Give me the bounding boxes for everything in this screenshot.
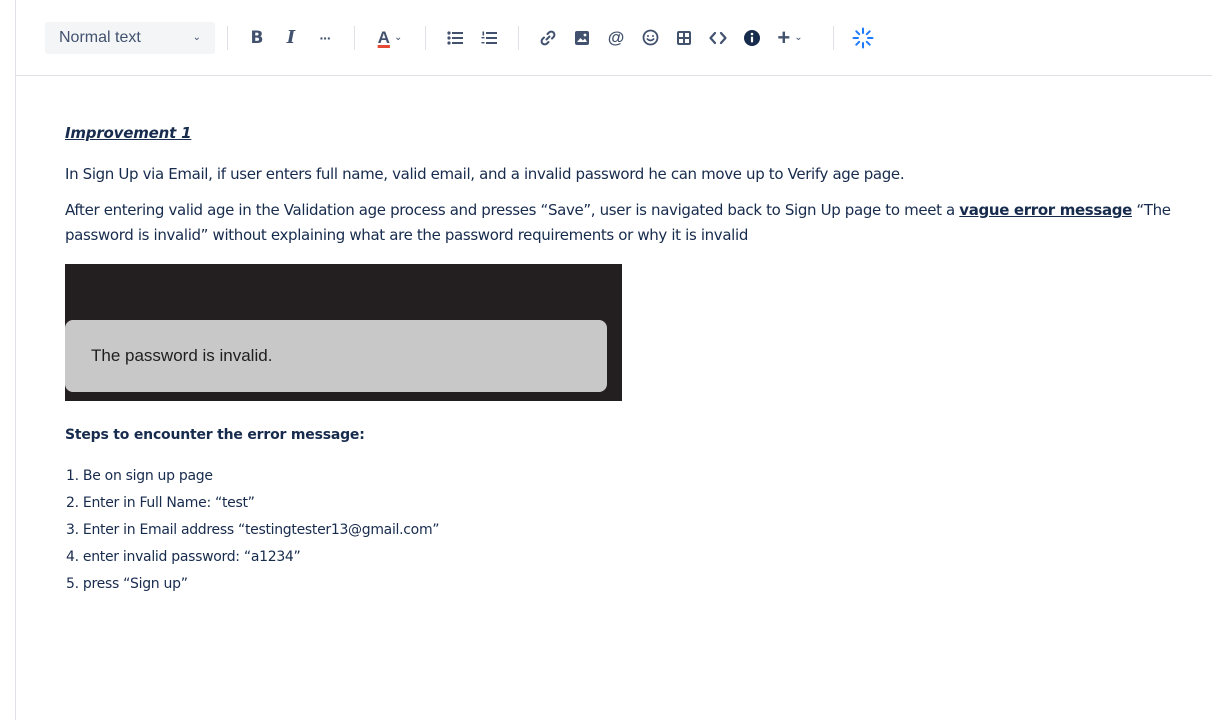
ai-button[interactable]: [846, 22, 880, 54]
embedded-screenshot[interactable]: The password is invalid.: [65, 264, 622, 401]
steps-heading: Steps to encounter the error message:: [65, 427, 365, 443]
info-panel-button[interactable]: [735, 22, 769, 54]
bold-button[interactable]: B: [240, 22, 274, 54]
image-icon: [575, 30, 589, 45]
emoji-icon: [642, 29, 658, 46]
text-style-dropdown[interactable]: Normal text ⌄: [45, 21, 215, 54]
paragraph-2: After entering valid age in the Validati…: [65, 198, 1212, 248]
info-icon: [744, 29, 760, 46]
insert-button[interactable]: + ⌄: [769, 22, 811, 54]
more-formatting-button[interactable]: ···: [308, 22, 342, 54]
paragraph-2-prefix: After entering valid age in the Validati…: [65, 201, 960, 219]
numbered-list-button[interactable]: [472, 22, 506, 54]
text-color-button[interactable]: A ⌄: [367, 22, 413, 54]
error-toast: The password is invalid.: [65, 320, 607, 392]
list-item: 1. Be on sign up page: [66, 468, 213, 484]
editor: Normal text ⌄ B I ··· A ⌄ @ + ⌄ Improvem…: [15, 0, 1212, 720]
editor-content[interactable]: Improvement 1 In Sign Up via Email, if u…: [16, 76, 1212, 598]
mention-button[interactable]: @: [599, 22, 633, 54]
paragraph-1: In Sign Up via Email, if user enters ful…: [65, 165, 905, 183]
list-item: 4. enter invalid password: “a1234”: [66, 549, 301, 565]
editor-toolbar: Normal text ⌄ B I ··· A ⌄ @ + ⌄: [16, 0, 1212, 76]
list-item: 5. press “Sign up”: [66, 576, 188, 592]
chevron-down-icon: ⌄: [192, 32, 201, 43]
sparkle-icon: [852, 27, 874, 48]
mention-icon: @: [607, 27, 625, 47]
text-color-icon: A: [377, 27, 390, 47]
code-icon: [709, 31, 727, 44]
insert-icon: +: [777, 24, 791, 50]
code-button[interactable]: [701, 22, 735, 54]
table-button[interactable]: [667, 22, 701, 54]
table-icon: [677, 30, 691, 45]
text-style-label: Normal text: [59, 28, 141, 46]
chevron-down-icon: ⌄: [794, 32, 803, 43]
steps-list: 1. Be on sign up page 2. Enter in Full N…: [65, 463, 1212, 598]
link-icon: [540, 30, 556, 45]
toolbar-divider: [518, 25, 519, 50]
bullet-list-icon: [447, 30, 463, 45]
numbered-list-icon: [481, 31, 497, 44]
link-button[interactable]: [531, 22, 565, 54]
chevron-down-icon: ⌄: [393, 32, 403, 43]
italic-icon: I: [286, 27, 296, 48]
emphasized-text: vague error message: [959, 201, 1132, 219]
bullet-list-button[interactable]: [438, 22, 472, 54]
list-item: 2. Enter in Full Name: “test”: [66, 495, 255, 511]
toolbar-divider: [227, 25, 228, 50]
more-formatting-icon: ···: [319, 29, 332, 46]
section-heading: Improvement 1: [65, 124, 192, 142]
toolbar-divider: [354, 25, 355, 50]
image-button[interactable]: [565, 22, 599, 54]
toast-message: The password is invalid.: [91, 346, 273, 365]
emoji-button[interactable]: [633, 22, 667, 54]
toolbar-divider: [425, 25, 426, 50]
italic-button[interactable]: I: [274, 22, 308, 54]
list-item: 3. Enter in Email address “testingtester…: [66, 522, 440, 538]
toolbar-divider: [833, 25, 834, 50]
bold-icon: B: [250, 27, 264, 48]
